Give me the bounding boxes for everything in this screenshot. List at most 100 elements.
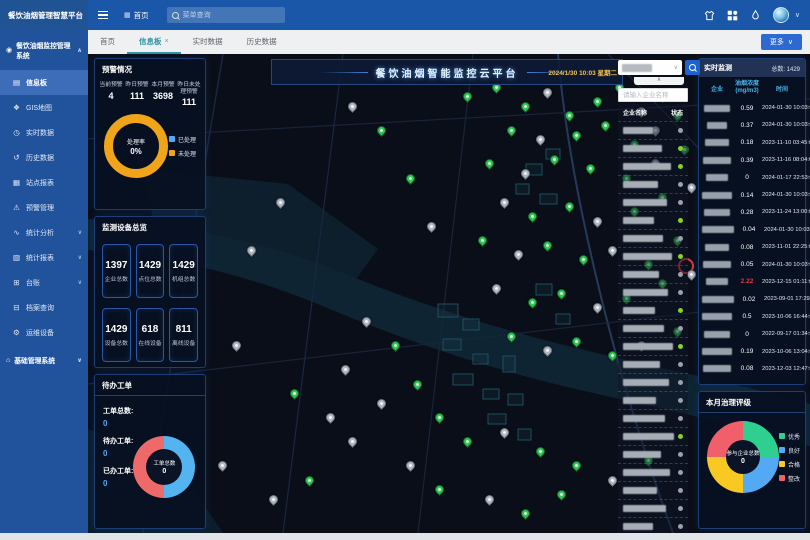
company-name-input[interactable]: [618, 88, 688, 102]
map-pin-online[interactable]: [433, 483, 446, 496]
map-pin-online[interactable]: [411, 378, 424, 391]
map-pin-online[interactable]: [563, 110, 576, 123]
map-pin-online[interactable]: [570, 335, 583, 348]
map-pin-offline[interactable]: [606, 244, 619, 257]
map-pin-offline[interactable]: [404, 459, 417, 472]
map-pin-offline[interactable]: [498, 196, 511, 209]
company-list-item[interactable]: [618, 319, 688, 337]
table-row[interactable]: 02022-09-17 01:34:00: [699, 325, 805, 342]
sidebar-item[interactable]: ⚠预警管理: [0, 195, 88, 220]
map-pin-offline[interactable]: [512, 249, 525, 262]
map-pin-online[interactable]: [303, 474, 316, 487]
company-list-item[interactable]: [618, 139, 688, 157]
map-pin-offline[interactable]: [592, 215, 605, 228]
sidebar-item[interactable]: ▤信息板: [0, 70, 88, 95]
map-pin-offline[interactable]: [498, 426, 511, 439]
close-icon[interactable]: ×: [165, 38, 169, 45]
table-row[interactable]: 0.082023-12-03 12:47:00: [699, 360, 805, 377]
map-pin-online[interactable]: [592, 95, 605, 108]
map-pin-online[interactable]: [527, 296, 540, 309]
sidebar-item[interactable]: ▦站点报表: [0, 170, 88, 195]
sidebar-item[interactable]: ◷实时数据: [0, 120, 88, 145]
hamburger-menu-icon[interactable]: [98, 11, 108, 20]
bottom-scrollbar[interactable]: [0, 533, 810, 540]
map-pin-online[interactable]: [555, 488, 568, 501]
map-pin-online[interactable]: [534, 445, 547, 458]
map-pin-offline[interactable]: [346, 435, 359, 448]
table-row[interactable]: 0.282023-11-24 13:00:00: [699, 204, 805, 221]
tab-item[interactable]: 实时数据: [181, 30, 235, 54]
company-list-item[interactable]: [618, 301, 688, 319]
map-pin-offline[interactable]: [541, 86, 554, 99]
map-pin-online[interactable]: [541, 239, 554, 252]
map-pin-online[interactable]: [577, 253, 590, 266]
company-list-item[interactable]: [618, 175, 688, 193]
sidebar-item[interactable]: ⊟档案查询: [0, 295, 88, 320]
map-pin-offline[interactable]: [490, 282, 503, 295]
map-pin-online[interactable]: [462, 90, 475, 103]
sidebar-item[interactable]: ❖GIS地图: [0, 95, 88, 120]
sidebar-item[interactable]: ∿统计分析∨: [0, 220, 88, 245]
flame-icon[interactable]: [750, 10, 761, 21]
map-pin-online[interactable]: [599, 119, 612, 132]
company-list-item[interactable]: [618, 355, 688, 373]
company-list-item[interactable]: [618, 373, 688, 391]
map-pin-offline[interactable]: [483, 493, 496, 506]
map-pin-online[interactable]: [548, 153, 561, 166]
tab-item[interactable]: 历史数据: [235, 30, 289, 54]
map-pin-online[interactable]: [389, 340, 402, 353]
company-list-item[interactable]: [618, 265, 688, 283]
company-list-item[interactable]: [618, 445, 688, 463]
company-list-item[interactable]: [618, 247, 688, 265]
table-row[interactable]: 0.372024-01-30 10:03:00: [699, 117, 805, 134]
map-pin-online[interactable]: [570, 459, 583, 472]
sidebar-item[interactable]: ↺历史数据: [0, 145, 88, 170]
company-list-item[interactable]: [618, 157, 688, 175]
table-row[interactable]: 02024-01-17 22:53:00: [699, 169, 805, 186]
table-row[interactable]: 0.022023-09-01 17:29:00: [699, 291, 805, 308]
map-pin-online[interactable]: [519, 507, 532, 520]
company-list-item[interactable]: [618, 391, 688, 409]
map-pin-online[interactable]: [584, 162, 597, 175]
company-list-item[interactable]: [618, 121, 688, 139]
company-search-button[interactable]: [685, 60, 700, 75]
map-pin-online[interactable]: [288, 387, 301, 400]
map-pin-offline[interactable]: [267, 493, 280, 506]
map-pin-offline[interactable]: [425, 220, 438, 233]
map-pin-online[interactable]: [476, 234, 489, 247]
company-list-item[interactable]: [618, 211, 688, 229]
table-row[interactable]: 0.52023-10-06 16:44:00: [699, 308, 805, 325]
map-pin-online[interactable]: [519, 100, 532, 113]
map-pin-online[interactable]: [462, 435, 475, 448]
map-pin-offline[interactable]: [216, 459, 229, 472]
sidebar-item[interactable]: ⊞台账∨: [0, 270, 88, 295]
sidebar-group-base[interactable]: ⌂ 基础管理系统 ∨: [0, 345, 88, 375]
map-pin-online[interactable]: [433, 411, 446, 424]
apps-icon[interactable]: [727, 10, 738, 21]
company-list-item[interactable]: [618, 229, 688, 247]
table-row[interactable]: 0.182023-11-10 03:45:00: [699, 134, 805, 151]
sidebar-item[interactable]: ⚙运维设备: [0, 320, 88, 345]
tab-item[interactable]: 首页: [88, 30, 127, 54]
table-row[interactable]: 2.222023-12-15 01:11:00: [699, 273, 805, 290]
map-pin-online[interactable]: [555, 287, 568, 300]
map-pin-online[interactable]: [505, 330, 518, 343]
map-pin-offline[interactable]: [339, 363, 352, 376]
company-list-item[interactable]: [618, 427, 688, 445]
map-pin-online[interactable]: [375, 124, 388, 137]
tab-active[interactable]: 信息板×: [127, 30, 181, 54]
table-row[interactable]: 0.192023-10-06 13:04:00: [699, 343, 805, 360]
map-pin-offline[interactable]: [592, 301, 605, 314]
company-select[interactable]: ∨: [618, 60, 682, 75]
sidebar-item[interactable]: ▧统计报表∨: [0, 245, 88, 270]
company-list-item[interactable]: [618, 463, 688, 481]
map-pin-online[interactable]: [527, 210, 540, 223]
map-pin-offline[interactable]: [231, 340, 244, 353]
user-avatar[interactable]: [773, 7, 789, 23]
map-pin-offline[interactable]: [606, 474, 619, 487]
company-list-item[interactable]: [618, 481, 688, 499]
map-pin-offline[interactable]: [274, 196, 287, 209]
breadcrumb[interactable]: ▦ 首页: [124, 10, 149, 21]
table-row[interactable]: 0.042024-01-30 10:03:00: [699, 221, 805, 238]
map-pin-online[interactable]: [563, 201, 576, 214]
